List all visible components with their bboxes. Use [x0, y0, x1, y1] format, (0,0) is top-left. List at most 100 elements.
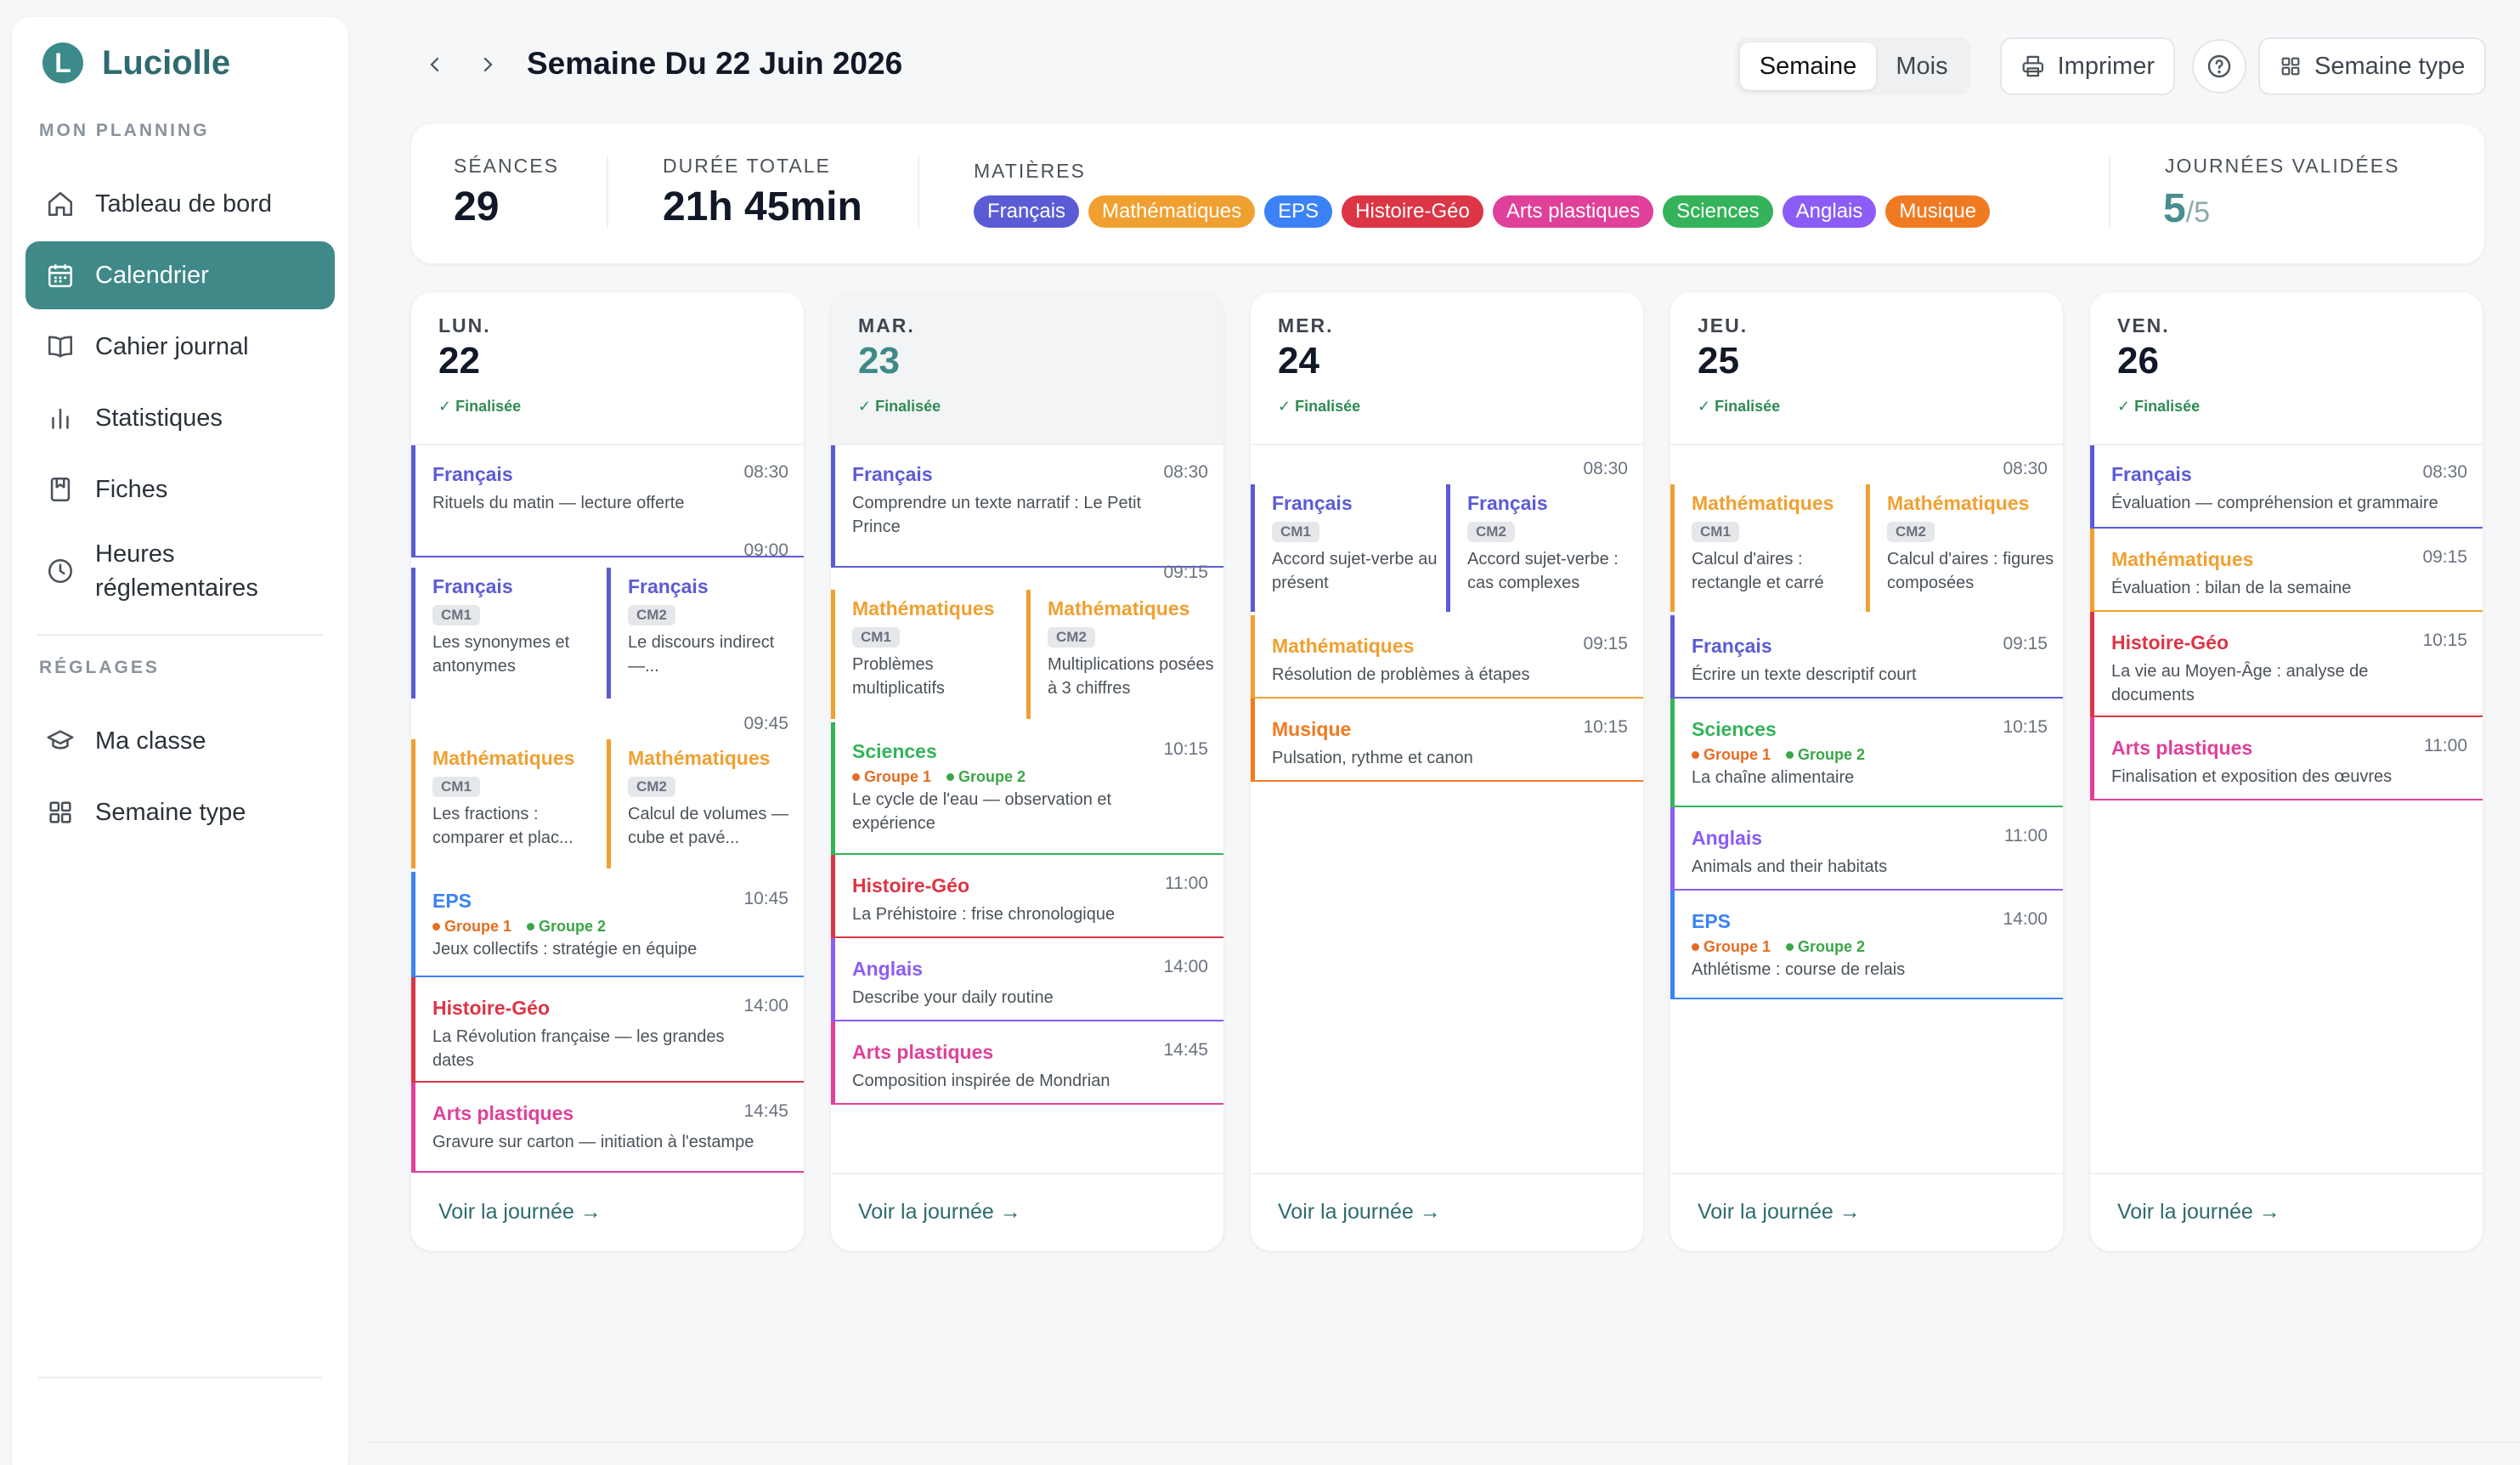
day-number: 24 — [1278, 340, 1319, 382]
day-name: VEN. — [2117, 314, 2170, 337]
print-button[interactable]: Imprimer — [2000, 37, 2175, 95]
day-footer: Voir la journée → — [411, 1173, 804, 1251]
day-header[interactable]: MER. 24 ✓ Finalisée — [1251, 292, 1643, 445]
day-header[interactable]: VEN. 26 ✓ Finalisée — [2090, 292, 2483, 445]
session-desc: Problèmes multiplicatifs — [852, 655, 945, 698]
previous-week-button[interactable] — [418, 48, 452, 82]
view-month-button[interactable]: Mois — [1878, 42, 1966, 90]
view-day-link[interactable]: Voir la journée → — [858, 1200, 1021, 1225]
session-desc: La Préhistoire : frise chronologique — [852, 905, 1116, 924]
session-card[interactable]: Mathématiques 09:15 Résolution de problè… — [1251, 615, 1643, 699]
session-desc: Accord sujet-verbe : cas complexes — [1467, 550, 1619, 592]
session-desc: La Révolution française — les grandes da… — [432, 1027, 725, 1070]
day-number: 23 — [858, 340, 900, 382]
sidebar-item-my-class[interactable]: Ma classe — [25, 707, 335, 775]
session-card[interactable]: Musique 10:15 Pulsation, rythme et canon — [1251, 699, 1643, 782]
session-card[interactable]: Arts plastiques 11:00 Finalisation et ex… — [2090, 717, 2483, 800]
view-day-link[interactable]: Voir la journée → — [438, 1200, 602, 1225]
next-week-button[interactable] — [471, 48, 505, 82]
sidebar-item-sheets[interactable]: Fiches — [25, 455, 335, 523]
session-desc: La vie au Moyen-Âge : analyse de documen… — [2111, 662, 2369, 704]
day-header[interactable]: MAR. 23 ✓ Finalisée — [831, 292, 1223, 445]
sidebar-item-hours[interactable]: Heures réglementaires — [25, 527, 335, 615]
printer-icon — [2022, 55, 2044, 77]
group-2-tag: Groupe 2 — [946, 768, 1026, 786]
session-card[interactable]: Anglais 11:00 Animals and their habitats — [1670, 807, 2063, 891]
divider — [607, 156, 608, 228]
session-time: 14:00 — [2003, 909, 2048, 929]
sidebar-item-label: Fiches — [95, 475, 168, 503]
session-card[interactable]: Histoire-Géo 11:00 La Préhistoire : fris… — [831, 855, 1223, 938]
day-footer: Voir la journée → — [831, 1173, 1223, 1251]
session-subject: Français — [1272, 492, 1353, 514]
sidebar-item-dashboard[interactable]: Tableau de bord — [25, 170, 335, 238]
sidebar-item-journal[interactable]: Cahier journal — [25, 313, 335, 381]
duration-value: 21h 45min — [663, 184, 862, 229]
help-button[interactable] — [2192, 39, 2246, 93]
level-badge: CM1 — [852, 627, 900, 648]
groups: Groupe 1 Groupe 2 — [852, 768, 1223, 786]
session-card[interactable]: Arts plastiques 14:45 Gravure sur carton… — [411, 1083, 804, 1173]
session-card[interactable]: EPS 10:45 Groupe 1 Groupe 2 Jeux collecti… — [411, 872, 804, 977]
session-card[interactable]: Mathématiques CM1 Problèmes multiplicati… — [831, 590, 1023, 719]
session-desc: Athlétisme : course de relais — [1692, 960, 1906, 979]
session-card[interactable]: Mathématiques 09:15 Évaluation : bilan d… — [2090, 529, 2483, 612]
session-card[interactable]: Mathématiques CM1 Calcul d'aires : recta… — [1670, 484, 1862, 612]
chevron-left-icon — [430, 57, 439, 72]
session-desc: Le cycle de l'eau — observation et expér… — [852, 790, 1112, 833]
session-card[interactable]: Mathématiques CM1 Les fractions : compar… — [411, 739, 603, 868]
session-card[interactable]: Français CM1 Accord sujet-verbe au prése… — [1251, 484, 1443, 612]
session-card[interactable]: Mathématiques CM2 Calcul d'aires : figur… — [1866, 484, 2058, 612]
session-card[interactable]: Anglais 14:00 Describe your daily routin… — [831, 938, 1223, 1021]
session-desc: Le discours indirect —... — [628, 633, 775, 676]
session-desc: Comprendre un texte narratif : Le Petit … — [852, 494, 1142, 536]
session-card[interactable]: Français 08:30 Évaluation — compréhensio… — [2090, 445, 2483, 529]
sessions-label: SÉANCES — [454, 155, 559, 177]
session-card[interactable]: Français CM1 Les synonymes et antonymes — [411, 568, 603, 699]
session-card[interactable]: Arts plastiques 14:45 Composition inspir… — [831, 1021, 1223, 1105]
day-header[interactable]: JEU. 25 ✓ Finalisée — [1670, 292, 2063, 445]
session-desc: Les synonymes et antonymes — [432, 633, 570, 676]
session-card[interactable]: Français CM2 Le discours indirect —... — [607, 568, 799, 699]
session-card[interactable]: Mathématiques CM2 Calcul de volumes — cu… — [607, 739, 799, 868]
level-badge: CM2 — [1048, 627, 1095, 648]
session-time: 09:15 — [2003, 634, 2048, 653]
sidebar-item-template-week[interactable]: Semaine type — [25, 778, 335, 846]
session-card[interactable]: Sciences 10:15 Groupe 1 Groupe 2 La chaîn… — [1670, 699, 2063, 807]
session-card[interactable]: Sciences 10:15 Groupe 1 Groupe 2 Le cycle… — [831, 722, 1223, 855]
view-week-button[interactable]: Semaine — [1740, 42, 1876, 90]
app-logo[interactable]: L Luciolle — [42, 42, 230, 83]
day-footer: Voir la journée → — [1251, 1173, 1643, 1251]
day-header[interactable]: LUN. 22 ✓ Finalisée — [411, 292, 804, 445]
view-day-link[interactable]: Voir la journée → — [1698, 1200, 1861, 1225]
level-badge: CM2 — [1887, 522, 1935, 542]
session-desc: Rituels du matin — lecture offerte — [432, 494, 685, 512]
session-card[interactable]: Français CM2 Accord sujet-verbe : cas co… — [1446, 484, 1638, 612]
subject-chip: EPS — [1264, 195, 1333, 228]
session-card[interactable]: Mathématiques CM2 Multiplications posées… — [1026, 590, 1218, 719]
clock-icon — [48, 558, 73, 584]
template-week-button[interactable]: Semaine type — [2258, 37, 2486, 95]
session-desc: Écrire un texte descriptif court — [1692, 665, 1917, 684]
subject-chips: Français Mathématiques EPS Histoire-Géo … — [974, 195, 1991, 228]
session-time: 10:45 — [743, 889, 788, 908]
sidebar-item-label: Calendrier — [95, 261, 209, 289]
page-title: Semaine Du 22 Juin 2026 — [527, 46, 903, 81]
session-time: 10:15 — [1163, 739, 1208, 759]
session-subject: Mathématiques — [1692, 492, 1834, 514]
session-desc: Finalisation et exposition des œuvres — [2111, 767, 2393, 786]
view-day-link[interactable]: Voir la journée → — [1278, 1200, 1441, 1225]
top-bar: Semaine Du 22 Juin 2026 Semaine Mois Imp… — [399, 25, 2486, 107]
sidebar-item-calendar[interactable]: Calendrier — [25, 241, 335, 309]
session-card[interactable]: Français 08:30 Comprendre un texte narra… — [831, 445, 1223, 568]
level-badge: CM1 — [1692, 522, 1739, 542]
view-day-link[interactable]: Voir la journée → — [2117, 1200, 2280, 1225]
session-card[interactable]: EPS 14:00 Groupe 1 Groupe 2 Athlétisme : … — [1670, 891, 2063, 999]
sidebar-item-statistics[interactable]: Statistiques — [25, 384, 335, 452]
session-desc: Describe your daily routine — [852, 988, 1054, 1007]
level-badge: CM1 — [432, 777, 480, 797]
day-name: LUN. — [438, 314, 491, 337]
session-card[interactable]: Histoire-Géo 14:00 La Révolution françai… — [411, 977, 804, 1083]
session-card[interactable]: Histoire-Géo 10:15 La vie au Moyen-Âge :… — [2090, 612, 2483, 717]
session-card[interactable]: Français 09:15 Écrire un texte descripti… — [1670, 615, 2063, 699]
